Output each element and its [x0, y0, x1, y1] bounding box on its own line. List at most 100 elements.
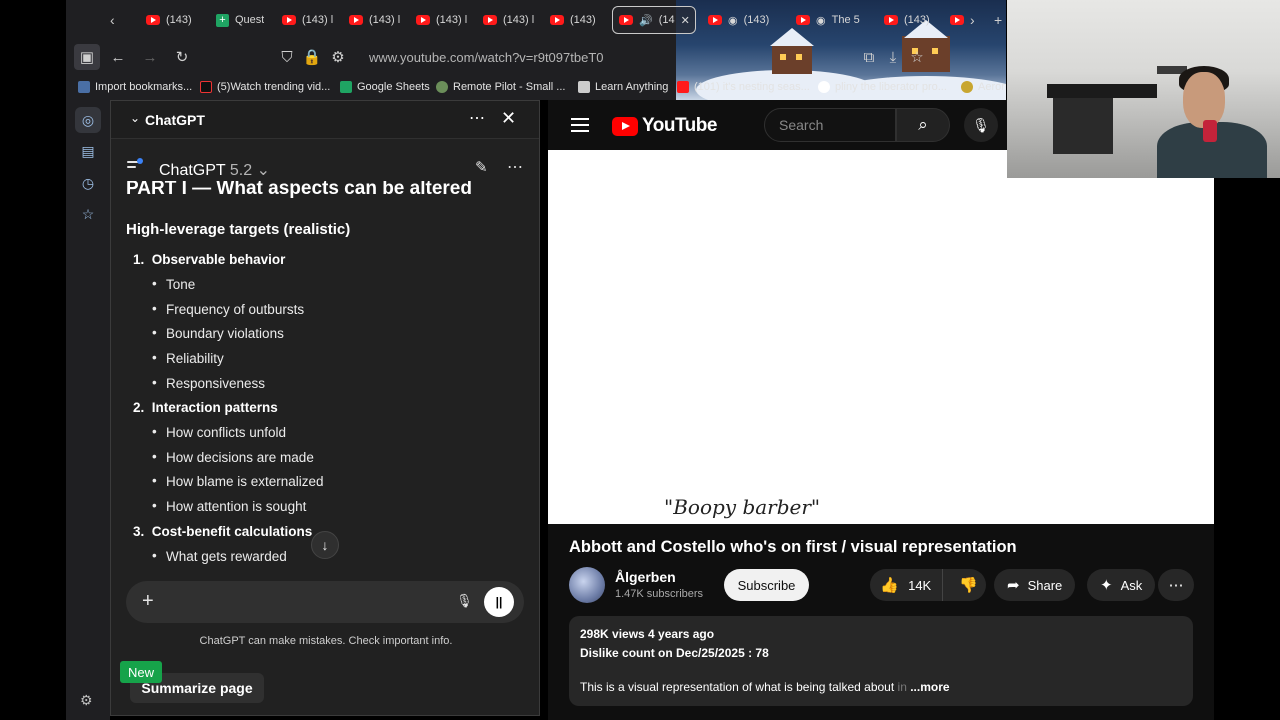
voice-search-icon[interactable]: 🎙 — [964, 108, 998, 142]
browser-tab[interactable]: (143) l — [349, 6, 400, 34]
new-chat-edit-icon[interactable]: ✎ — [475, 158, 488, 176]
panel-close-icon[interactable]: ✕ — [501, 108, 516, 129]
bookmark-star-icon[interactable]: ☆ — [904, 44, 930, 70]
browser-tab[interactable]: (143) l — [483, 6, 534, 34]
youtube-logo[interactable]: YouTube — [612, 115, 717, 137]
browser-tab[interactable]: (143) — [884, 6, 930, 34]
item-number: 1. — [133, 252, 145, 267]
lock-icon[interactable]: 🔒 — [299, 44, 325, 70]
bookmark-item[interactable]: Import bookmarks... — [78, 81, 192, 93]
bookmark-item[interactable]: (101) it's nesting seas... — [677, 81, 810, 93]
back-icon[interactable]: ← — [105, 44, 131, 70]
shield-icon[interactable]: ⛉ — [274, 44, 300, 70]
browser-tab[interactable]: (143) — [146, 6, 192, 34]
bookmark-item[interactable]: pliny the liberator pro... — [818, 81, 947, 93]
address-bar[interactable]: www.youtube.com/watch?v=r9t097tbeT0 — [369, 50, 604, 65]
browser-tab[interactable]: ◉ (143) — [708, 6, 769, 34]
browser-tab[interactable]: ◉ The 5 — [796, 6, 860, 34]
dislike-button[interactable]: 👎 — [951, 569, 986, 601]
bookmark-label: Google Sheets — [357, 81, 430, 93]
settings-gear-icon[interactable]: ⚙ — [80, 692, 93, 709]
youtube-favicon-icon — [146, 15, 160, 25]
scroll-to-bottom-button[interactable]: ↓ — [311, 531, 339, 559]
browser-tab-active[interactable]: 🔊 (14 ✕ — [612, 6, 696, 34]
panel-header: ⌄ ChatGPT ⋯ ✕ — [111, 101, 539, 139]
hamburger-menu-icon[interactable] — [571, 118, 589, 136]
voice-mode-button[interactable]: || — [484, 587, 514, 617]
views-and-date: 298K views 4 years ago — [580, 627, 715, 641]
sparkle-icon: ✦ — [1100, 577, 1113, 594]
chevron-down-icon[interactable]: ⌄ — [130, 111, 140, 125]
video-description[interactable]: 298K views 4 years ago Dislike count on … — [569, 616, 1193, 706]
avatar[interactable] — [569, 567, 605, 603]
description-body: This is a visual representation of what … — [580, 680, 895, 694]
list-item: Tone — [152, 276, 195, 292]
google-sheets-favicon-icon: + — [216, 13, 229, 27]
youtube-favicon-icon — [950, 15, 964, 25]
tab-label: (143) — [743, 14, 770, 26]
browser-tab[interactable]: (143) l — [416, 6, 467, 34]
search-input[interactable]: Search — [764, 108, 896, 142]
tab-scroll-left-icon[interactable]: ‹ — [110, 6, 115, 34]
tab-label: The 5 — [831, 14, 860, 26]
bookmark-item[interactable]: (5)Watch trending vid... — [200, 81, 330, 93]
microphone-icon[interactable]: 🎙 — [456, 593, 473, 609]
new-tab-icon[interactable]: + — [994, 6, 1002, 34]
ask-label: Ask — [1120, 577, 1143, 593]
youtube-favicon-icon — [416, 15, 430, 25]
speaker-icon[interactable]: 🔊 — [639, 14, 653, 27]
model-selector[interactable]: ChatGPT 5.2 ⌄ — [159, 160, 270, 180]
tab-close-icon[interactable]: ✕ — [681, 14, 690, 27]
browser-tab[interactable]: + Quest — [216, 6, 264, 34]
site-settings-icon[interactable]: ⚙ — [325, 44, 351, 70]
bookmark-label: Learn Anything — [595, 81, 669, 93]
browser-tab[interactable]: (143) l — [282, 6, 333, 34]
tab-scroll-right-icon[interactable]: › — [970, 6, 975, 34]
like-button[interactable]: 👍 14K — [870, 569, 943, 601]
message-composer[interactable]: + 🎙 || — [126, 581, 524, 623]
bookmarks-bar: Import bookmarks... (5)Watch trending vi… — [66, 78, 1006, 98]
more-options-icon[interactable]: ⋯ — [507, 157, 523, 177]
plus-icon[interactable]: + — [142, 590, 154, 613]
video-player[interactable]: "Boopy barber" — [548, 150, 1214, 524]
bookmark-label: Remote Pilot - Small ... — [453, 81, 566, 93]
panel-title: ChatGPT — [145, 112, 205, 128]
chevron-down-icon: ⌄ — [256, 162, 270, 179]
bookmark-item[interactable]: Learn Anything — [578, 81, 668, 93]
youtube-favicon-icon — [349, 15, 363, 25]
history-icon[interactable]: ◷ — [75, 170, 101, 196]
google-sheets-icon — [340, 81, 352, 93]
subscribe-button[interactable]: Subscribe — [724, 569, 809, 601]
sidebar-toggle-icon[interactable]: ▣ — [74, 44, 100, 70]
part-heading: PART I — What aspects can be altered — [126, 181, 472, 199]
tab-label: (143) — [904, 14, 930, 26]
tab-label: Quest — [235, 14, 265, 26]
download-icon[interactable]: ⤓ — [880, 44, 906, 70]
youtube-favicon-icon — [796, 15, 810, 25]
share-button[interactable]: ➦ Share — [994, 569, 1076, 601]
channel-name[interactable]: Ålgerben — [615, 569, 676, 585]
chatgpt-icon[interactable]: ◎ — [75, 107, 101, 133]
panel-more-icon[interactable]: ⋯ — [469, 108, 485, 128]
reload-icon[interactable]: ↻ — [169, 44, 195, 70]
forward-icon[interactable]: → — [137, 44, 163, 70]
youtube-favicon-icon — [884, 15, 898, 25]
list-item: What gets rewarded — [152, 548, 287, 564]
browser-tab[interactable] — [950, 6, 964, 34]
import-icon — [78, 81, 90, 93]
picture-in-picture-icon[interactable]: ⧉ — [856, 44, 882, 70]
more-link[interactable]: ...more — [910, 680, 949, 694]
bookmark-item[interactable]: Aeron — [961, 81, 1006, 93]
list-item: How blame is externalized — [152, 473, 324, 489]
ask-button[interactable]: ✦ Ask — [1087, 569, 1156, 601]
bookmark-item[interactable]: Google Sheets — [340, 81, 430, 93]
bookmark-item[interactable]: Remote Pilot - Small ... — [436, 81, 565, 93]
reading-list-icon[interactable]: ▤ — [75, 138, 101, 164]
youtube-favicon-icon — [550, 15, 564, 25]
favorites-star-icon[interactable]: ☆ — [75, 201, 101, 227]
list-item: Responsiveness — [152, 375, 265, 391]
search-icon[interactable]: ⌕ — [896, 108, 950, 142]
browser-tab[interactable]: (143) — [550, 6, 596, 34]
video-title: Abbott and Costello who's on first / vis… — [569, 538, 1017, 556]
more-actions-icon[interactable]: ⋯ — [1158, 569, 1194, 601]
